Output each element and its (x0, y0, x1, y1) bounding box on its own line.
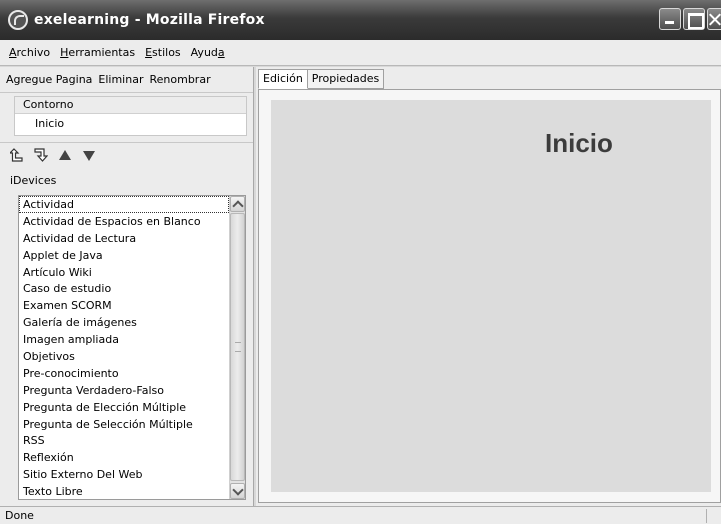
idevice-list-item[interactable]: Actividad (19, 196, 229, 213)
move-down-icon[interactable] (82, 148, 96, 162)
delete-page-button[interactable]: Eliminar (95, 73, 146, 86)
status-text: Done (5, 509, 34, 522)
firefox-app-icon (8, 10, 28, 30)
idevice-list-item[interactable]: Imagen ampliada (19, 331, 229, 348)
left-pane: Agregue Pagina Eliminar Renombrar Contor… (0, 67, 254, 506)
idevices-label: iDevices (10, 174, 57, 187)
menu-herramientas-label: erramientas (68, 46, 136, 59)
close-icon[interactable] (707, 8, 721, 30)
page-content-area: Inicio (271, 100, 711, 492)
menu-ayuda-label: Ayud (190, 46, 218, 59)
idevice-list-item[interactable]: Examen SCORM (19, 297, 229, 314)
idevice-list-item[interactable]: Applet de Java (19, 247, 229, 264)
minimize-icon[interactable] (659, 8, 681, 30)
move-up-icon[interactable] (58, 148, 72, 162)
editor-pane: Edición Propiedades Inicio (256, 67, 721, 506)
outline-move-controls (0, 142, 253, 166)
maximize-icon[interactable] (683, 8, 705, 30)
idevices-list[interactable]: Actividad Actividad de Espacios en Blanco… (18, 195, 246, 500)
menu-estilos-mnemonic: E (145, 46, 153, 59)
idevice-list-item[interactable]: Pregunta de Selección Múltiple (19, 416, 229, 433)
idevice-list-item[interactable]: Pre-conocimiento (19, 365, 229, 382)
window-title: exelearning - Mozilla Firefox (34, 12, 265, 28)
outline-tree: Contorno Inicio (14, 96, 247, 136)
menu-bar: Archivo Herramientas Estilos Ayuda (0, 40, 721, 66)
idevice-list-item[interactable]: Galería de imágenes (19, 314, 229, 331)
window-title-bar: exelearning - Mozilla Firefox (0, 0, 721, 40)
content-frame: Inicio (258, 89, 721, 503)
status-bar: Done (0, 506, 721, 524)
promote-node-icon[interactable] (10, 147, 24, 162)
editor-tabs: Edición Propiedades (258, 69, 385, 89)
window-controls (659, 8, 721, 30)
add-page-button[interactable]: Agregue Pagina (3, 73, 95, 86)
idevices-items: Actividad Actividad de Espacios en Blanco… (19, 196, 229, 499)
menu-herramientas[interactable]: Herramientas (55, 46, 140, 59)
menu-archivo-mnemonic: A (9, 46, 17, 59)
scroll-thumb[interactable] (230, 213, 245, 481)
menu-estilos[interactable]: Estilos (140, 46, 186, 59)
menu-ayuda[interactable]: Ayuda (186, 46, 230, 59)
idevice-list-item[interactable]: Reflexión (19, 449, 229, 466)
scroll-down-icon[interactable] (230, 483, 245, 499)
page-title: Inicio (545, 128, 613, 158)
idevice-list-item[interactable]: Objetivos (19, 348, 229, 365)
menu-ayuda-mnemonic: a (217, 46, 225, 59)
menu-archivo[interactable]: Archivo (4, 46, 55, 59)
tab-edicion[interactable]: Edición (258, 69, 308, 89)
idevice-list-item[interactable]: Actividad de Lectura (19, 230, 229, 247)
idevice-list-item[interactable]: RSS (19, 432, 229, 449)
status-divider (706, 509, 707, 523)
outline-node-inicio[interactable]: Inicio (15, 114, 246, 134)
rename-page-button[interactable]: Renombrar (146, 73, 213, 86)
idevice-list-item[interactable]: Artículo Wiki (19, 264, 229, 281)
demote-node-icon[interactable] (34, 147, 48, 162)
idevice-list-item[interactable]: Actividad de Espacios en Blanco (19, 213, 229, 230)
idevice-list-item[interactable]: Texto Libre (19, 483, 229, 499)
menu-archivo-label: rchivo (16, 46, 51, 59)
idevice-list-item[interactable]: Caso de estudio (19, 280, 229, 297)
idevice-list-item[interactable]: Pregunta de Elección Múltiple (19, 399, 229, 416)
outline-header[interactable]: Contorno (15, 97, 246, 114)
idevice-list-item[interactable]: Sitio Externo Del Web (19, 466, 229, 483)
idevices-scrollbar[interactable] (229, 196, 245, 499)
scroll-up-icon[interactable] (230, 196, 245, 212)
menu-estilos-label: stilos (152, 46, 181, 59)
outline-toolbar: Agregue Pagina Eliminar Renombrar (0, 67, 253, 93)
idevice-list-item[interactable]: Pregunta Verdadero-Falso (19, 382, 229, 399)
tab-propiedades[interactable]: Propiedades (307, 69, 385, 89)
